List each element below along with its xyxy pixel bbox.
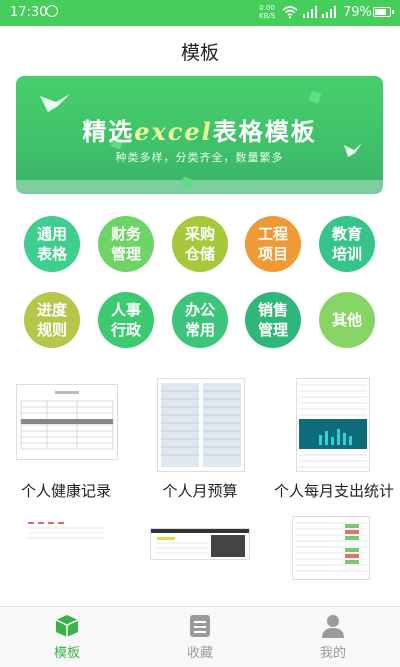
spreadsheet-preview-icon: [161, 383, 241, 467]
tab-label: 收藏: [186, 646, 213, 661]
template-thumbnail[interactable]: [157, 378, 245, 472]
tab-favorites[interactable]: 收藏: [160, 607, 240, 667]
category-sales[interactable]: 销售 管理: [245, 292, 301, 348]
signal-icon: [322, 6, 336, 18]
bottom-tab-bar: 模板 收藏 我的: [0, 606, 400, 667]
status-time: 17:30: [10, 5, 48, 20]
category-engineering[interactable]: 工程 项目: [245, 216, 301, 272]
category-purchase-storage[interactable]: 采购 仓储: [172, 216, 228, 272]
template-thumbnail[interactable]: [16, 384, 118, 460]
category-hr-admin[interactable]: 人事 行政: [98, 292, 154, 348]
battery-percent: 79%: [343, 5, 372, 20]
promo-banner[interactable]: 精选excel表格模板 种类多样，分类齐全，数量繁多: [16, 76, 383, 194]
decor-cube-icon: [308, 90, 322, 104]
template-label[interactable]: 个人每月支出统计: [272, 480, 396, 501]
bird-icon: [40, 94, 70, 112]
category-finance[interactable]: 财务 管理: [98, 216, 154, 272]
spreadsheet-preview-icon: [151, 529, 249, 557]
template-thumbnail[interactable]: [296, 378, 370, 472]
template-label[interactable]: 个人月预算: [150, 480, 250, 501]
category-other[interactable]: 其他: [319, 292, 375, 348]
status-bar: 17:30 0.00 KB/S 79%: [0, 0, 400, 26]
banner-title: 精选excel表格模板: [82, 117, 317, 146]
template-thumbnail[interactable]: [150, 528, 250, 560]
tab-label: 模板: [53, 646, 80, 661]
wifi-icon: [282, 6, 298, 19]
spreadsheet-preview-icon: [20, 391, 114, 450]
page-title: 模板: [180, 42, 219, 64]
category-general-tables[interactable]: 通用 表格: [24, 216, 80, 272]
tab-profile[interactable]: 我的: [293, 607, 373, 667]
template-thumbnail[interactable]: [26, 518, 106, 540]
spreadsheet-preview-icon: [295, 522, 367, 572]
spreadsheet-preview-icon: [299, 384, 367, 468]
template-thumbnail[interactable]: [292, 516, 370, 580]
tab-templates[interactable]: 模板: [27, 607, 107, 667]
battery-icon: [373, 7, 394, 17]
tab-label: 我的: [319, 646, 346, 661]
template-label[interactable]: 个人健康记录: [16, 480, 116, 501]
category-schedule[interactable]: 进度 规则: [24, 292, 80, 348]
document-icon: [190, 615, 210, 637]
banner-stripe: [16, 180, 383, 194]
alarm-icon: [46, 5, 58, 17]
category-education[interactable]: 教育 培训: [319, 216, 375, 272]
person-icon: [322, 615, 344, 638]
banner-subtitle: 种类多样，分类齐全，数量繁多: [115, 151, 284, 164]
spreadsheet-preview-icon: [28, 522, 104, 539]
category-office[interactable]: 办公 常用: [172, 292, 228, 348]
signal-icon: [303, 6, 317, 18]
cube-icon: [55, 615, 79, 637]
network-speed: 0.00 KB/S: [259, 4, 276, 20]
